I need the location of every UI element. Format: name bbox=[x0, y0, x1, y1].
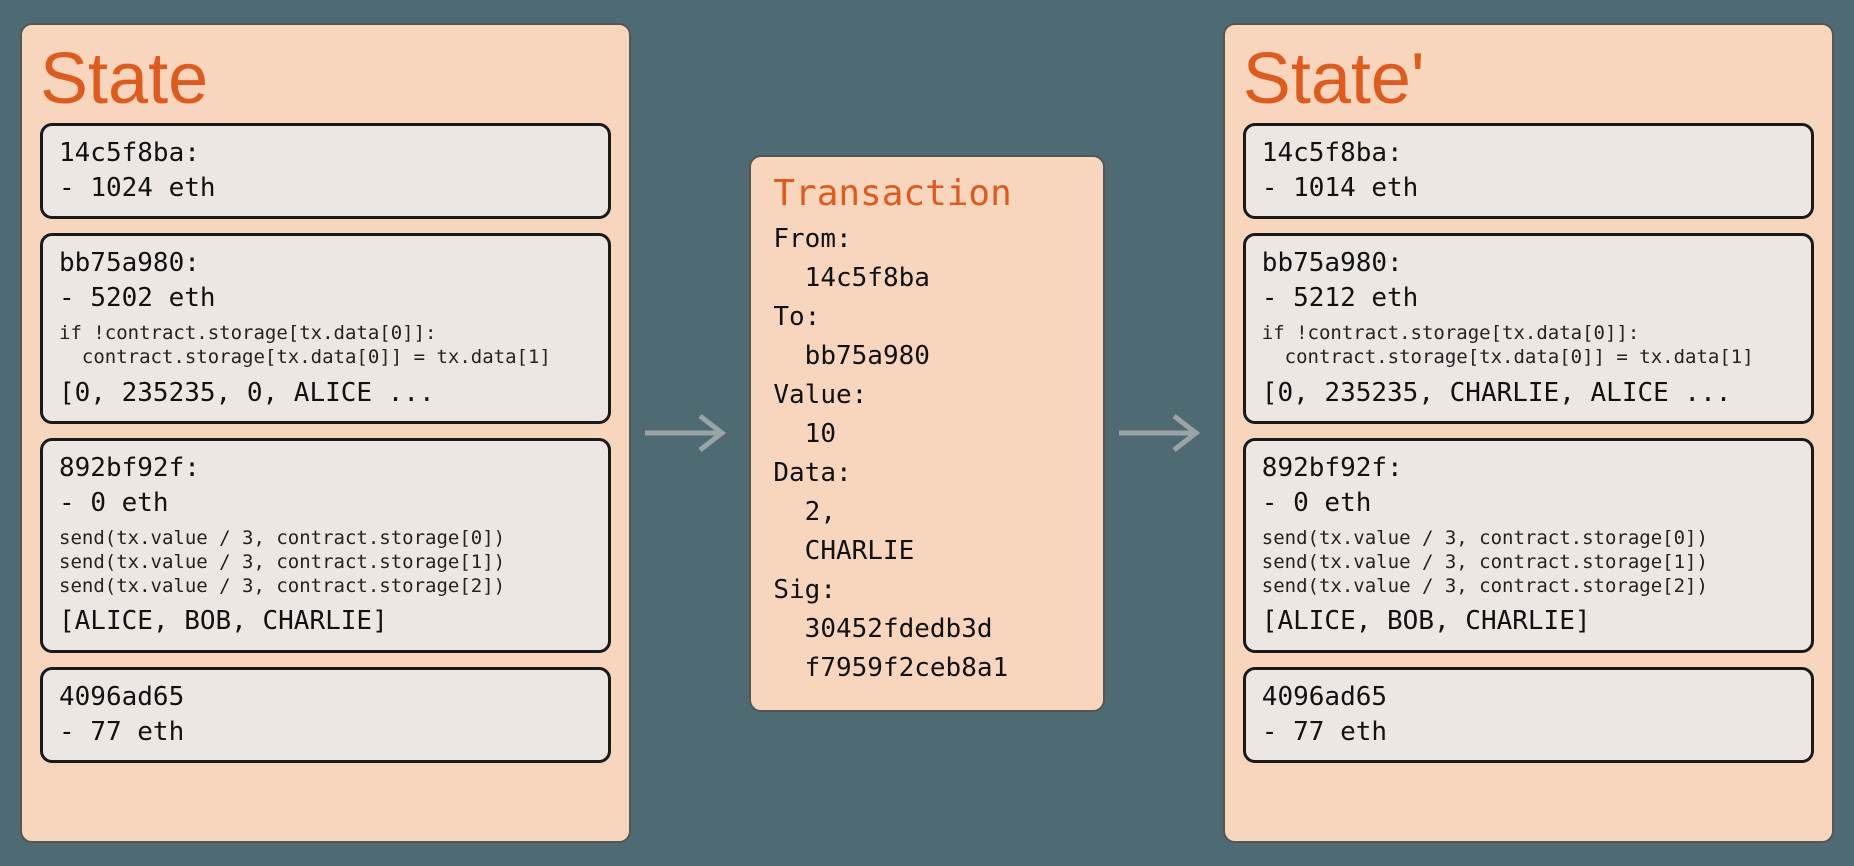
tx-from-label: From: bbox=[773, 224, 851, 254]
account-address: bb75a980 bbox=[59, 248, 184, 278]
transaction-body: From: 14c5f8ba To: bb75a980 Value: 10 Da… bbox=[773, 220, 1080, 688]
account-box: 892bf92f: - 0 eth send(tx.value / 3, con… bbox=[40, 438, 611, 653]
arrow-icon bbox=[631, 403, 749, 463]
account-address: 14c5f8ba bbox=[59, 138, 184, 168]
state-before-panel: State 14c5f8ba: - 1024 eth bb75a980: - 5… bbox=[20, 23, 631, 843]
account-box: 4096ad65 - 77 eth bbox=[1243, 667, 1814, 763]
account-address: 4096ad65 bbox=[59, 682, 184, 712]
account-box: 14c5f8ba: - 1014 eth bbox=[1243, 123, 1814, 219]
transaction-title: Transaction bbox=[773, 173, 1080, 214]
state-after-panel: State' 14c5f8ba: - 1014 eth bb75a980: - … bbox=[1223, 23, 1834, 843]
contract-code: if !contract.storage[tx.data[0]]: contra… bbox=[59, 316, 592, 376]
tx-data-label: Data: bbox=[773, 458, 851, 488]
account-balance: 0 eth bbox=[1293, 488, 1371, 518]
account-box: 4096ad65 - 77 eth bbox=[40, 667, 611, 763]
account-address: 892bf92f bbox=[1262, 453, 1387, 483]
state-before-title: State bbox=[40, 43, 611, 115]
account-box: 892bf92f: - 0 eth send(tx.value / 3, con… bbox=[1243, 438, 1814, 653]
account-address: 4096ad65 bbox=[1262, 682, 1387, 712]
tx-from-value: 14c5f8ba bbox=[805, 263, 930, 293]
tx-value-value: 10 bbox=[805, 419, 836, 449]
state-after-title: State' bbox=[1243, 43, 1814, 115]
account-balance: 5212 eth bbox=[1293, 283, 1418, 313]
account-address: bb75a980 bbox=[1262, 248, 1387, 278]
contract-storage: [ALICE, BOB, CHARLIE] bbox=[1262, 600, 1591, 636]
contract-storage: [ALICE, BOB, CHARLIE] bbox=[59, 600, 388, 636]
account-balance: 5202 eth bbox=[90, 283, 215, 313]
account-balance: 77 eth bbox=[1293, 717, 1387, 747]
account-box: 14c5f8ba: - 1024 eth bbox=[40, 123, 611, 219]
arrow-icon bbox=[1105, 403, 1223, 463]
contract-code: if !contract.storage[tx.data[0]]: contra… bbox=[1262, 316, 1795, 376]
account-balance: 77 eth bbox=[90, 717, 184, 747]
tx-to-label: To: bbox=[773, 302, 820, 332]
tx-data-value: 2, CHARLIE bbox=[773, 497, 914, 566]
contract-storage: [0, 235235, CHARLIE, ALICE ... bbox=[1262, 372, 1732, 408]
account-box: bb75a980: - 5212 eth if !contract.storag… bbox=[1243, 233, 1814, 424]
contract-code: send(tx.value / 3, contract.storage[0]) … bbox=[1262, 521, 1795, 604]
tx-sig-value: 30452fdedb3d f7959f2ceb8a1 bbox=[773, 614, 1008, 683]
account-address: 892bf92f bbox=[59, 453, 184, 483]
tx-value-label: Value: bbox=[773, 380, 867, 410]
account-balance: 1024 eth bbox=[90, 173, 215, 203]
account-balance: 0 eth bbox=[90, 488, 168, 518]
account-balance: 1014 eth bbox=[1293, 173, 1418, 203]
contract-storage: [0, 235235, 0, ALICE ... bbox=[59, 372, 435, 408]
tx-sig-label: Sig: bbox=[773, 575, 836, 605]
account-box: bb75a980: - 5202 eth if !contract.storag… bbox=[40, 233, 611, 424]
tx-to-value: bb75a980 bbox=[805, 341, 930, 371]
contract-code: send(tx.value / 3, contract.storage[0]) … bbox=[59, 521, 592, 604]
transaction-panel: Transaction From: 14c5f8ba To: bb75a980 … bbox=[749, 155, 1104, 712]
account-address: 14c5f8ba bbox=[1262, 138, 1387, 168]
